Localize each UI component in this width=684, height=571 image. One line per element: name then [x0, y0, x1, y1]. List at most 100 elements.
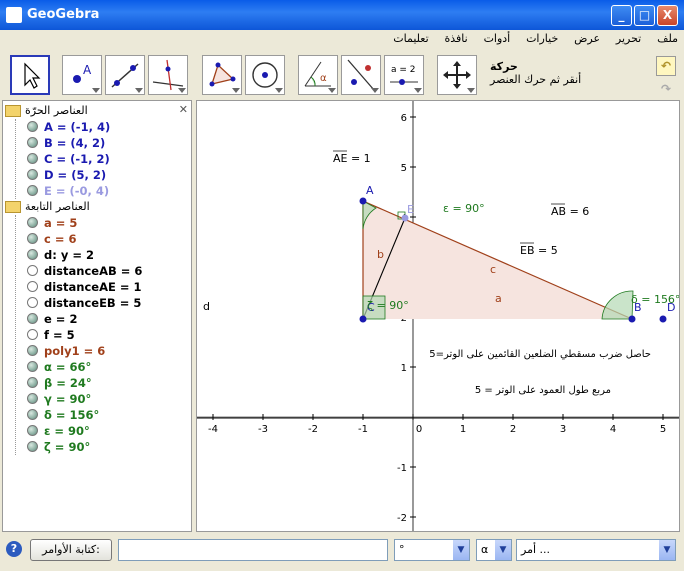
algebra-row[interactable]: ε = 90° — [27, 424, 90, 440]
text-eb[interactable]: EB = 5 — [520, 244, 558, 257]
algebra-row[interactable]: ζ = 90° — [27, 440, 90, 456]
algebra-view: ✕ العناصر الحرّة A = (-1, 4) B = (4, 2) C … — [2, 100, 192, 532]
visibility-toggle-icon[interactable] — [27, 361, 38, 372]
algebra-row-text: γ = 90° — [44, 392, 92, 406]
visibility-toggle-icon[interactable] — [27, 233, 38, 244]
menu-file[interactable]: ملف — [651, 30, 684, 45]
menu-options[interactable]: خيارات — [520, 30, 564, 45]
point-a[interactable] — [359, 197, 367, 205]
visibility-toggle-icon[interactable] — [27, 393, 38, 404]
x-tick-label: 1 — [460, 424, 466, 435]
menu-view[interactable]: عرض — [568, 30, 606, 45]
maximize-button[interactable]: □ — [634, 5, 655, 26]
redo-button[interactable]: ↷ — [656, 80, 676, 100]
algebra-row[interactable]: D = (5, 2) — [27, 168, 106, 184]
algebra-row[interactable]: c = 6 — [27, 232, 76, 248]
close-algebra-view-icon[interactable]: ✕ — [179, 103, 188, 116]
visibility-toggle-icon[interactable] — [27, 441, 38, 452]
move-tool-button[interactable] — [10, 55, 50, 95]
algebra-row-text: distanceEB = 5 — [44, 296, 142, 310]
chevron-down-icon[interactable]: ▼ — [495, 540, 511, 560]
angle-tool-button[interactable]: α — [298, 55, 338, 95]
title-bar: GeoGebra _ □ X — [0, 0, 684, 30]
degree-symbol-combo[interactable]: ° ▼ — [394, 539, 470, 561]
graphics-canvas[interactable]: -4-3-2-1012345-2-1123456 A B C D E b c a… — [197, 101, 680, 532]
algebra-row[interactable]: distanceEB = 5 — [27, 296, 141, 312]
point-tool-button[interactable]: A — [62, 55, 102, 95]
y-tick-label: 6 — [401, 113, 407, 124]
point-d[interactable] — [659, 315, 667, 323]
line-tool-button[interactable] — [105, 55, 145, 95]
circle-tool-button[interactable] — [245, 55, 285, 95]
visibility-toggle-icon[interactable] — [27, 249, 38, 260]
algebra-row[interactable]: C = (-1, 2) — [27, 152, 110, 168]
visibility-toggle-icon[interactable] — [27, 329, 38, 340]
algebra-row[interactable]: β = 24° — [27, 376, 92, 392]
algebra-row[interactable]: d: y = 2 — [27, 248, 94, 264]
algebra-row[interactable]: B = (4, 2) — [27, 136, 105, 152]
algebra-row-text: poly1 = 6 — [44, 344, 106, 358]
visibility-toggle-icon[interactable] — [27, 313, 38, 324]
input-label-button[interactable]: كتابة الأوامر: — [30, 539, 112, 561]
visibility-toggle-icon[interactable] — [27, 409, 38, 420]
visibility-toggle-icon[interactable] — [27, 169, 38, 180]
perpendicular-tool-button[interactable] — [148, 55, 188, 95]
tool-name: حركة — [490, 60, 518, 73]
visibility-toggle-icon[interactable] — [27, 297, 38, 308]
command-input-field[interactable] — [118, 539, 388, 561]
help-icon[interactable]: ? — [6, 541, 22, 557]
algebra-row-text: ζ = 90° — [44, 440, 91, 454]
angle-delta-arc[interactable] — [601, 290, 634, 320]
text-ab[interactable]: AB = 6 — [551, 205, 589, 218]
algebra-row[interactable]: γ = 90° — [27, 392, 91, 408]
menu-window[interactable]: نافذة — [439, 30, 474, 45]
visibility-toggle-icon[interactable] — [27, 121, 38, 132]
slider-tool-label: a = 2 — [391, 65, 416, 75]
algebra-row[interactable]: α = 66° — [27, 360, 91, 376]
algebra-row[interactable]: δ = 156° — [27, 408, 99, 424]
algebra-row[interactable]: distanceAB = 6 — [27, 264, 142, 280]
free-objects-folder[interactable]: العناصر الحرّة — [5, 104, 88, 120]
algebra-row[interactable]: a = 5 — [27, 216, 77, 232]
undo-button[interactable]: ↶ — [656, 56, 676, 76]
text-ae[interactable]: AE = 1 — [333, 152, 371, 165]
command-list-combo[interactable]: أمر ... ▼ — [516, 539, 676, 561]
greek-letter-combo[interactable]: α ▼ — [476, 539, 512, 561]
reflect-tool-button[interactable] — [341, 55, 381, 95]
visibility-toggle-icon[interactable] — [27, 281, 38, 292]
algebra-row[interactable]: E = (-0, 4) — [27, 184, 109, 200]
menu-edit[interactable]: تحرير — [610, 30, 647, 45]
visibility-toggle-icon[interactable] — [27, 153, 38, 164]
algebra-row[interactable]: poly1 = 6 — [27, 344, 105, 360]
visibility-toggle-icon[interactable] — [27, 217, 38, 228]
algebra-row[interactable]: distanceAE = 1 — [27, 280, 141, 296]
redo-icon: ↷ — [660, 82, 672, 96]
slider-tool-button[interactable]: a = 2 — [384, 55, 424, 95]
visibility-toggle-icon[interactable] — [27, 377, 38, 388]
visibility-toggle-icon[interactable] — [27, 425, 38, 436]
point-c[interactable] — [359, 315, 367, 323]
menu-help[interactable]: تعليمات — [387, 30, 434, 45]
point-b[interactable] — [628, 315, 636, 323]
menu-tools[interactable]: أدوات — [478, 30, 517, 45]
close-button[interactable]: X — [657, 5, 678, 26]
visibility-toggle-icon[interactable] — [27, 185, 38, 196]
polygon-tool-button[interactable] — [202, 55, 242, 95]
dependent-objects-folder[interactable]: العناصر التابعة — [5, 200, 90, 216]
command-combo-value: أمر ... — [521, 543, 551, 556]
move-arrow-icon — [24, 62, 41, 89]
graphics-view[interactable]: -4-3-2-1012345-2-1123456 A B C D E b c a… — [196, 100, 680, 532]
chevron-down-icon[interactable]: ▼ — [659, 540, 675, 560]
move-view-tool-button[interactable] — [437, 55, 477, 95]
chevron-down-icon[interactable]: ▼ — [453, 540, 469, 560]
algebra-row[interactable]: f = 5 — [27, 328, 75, 344]
svg-text:A: A — [83, 63, 92, 77]
algebra-row[interactable]: e = 2 — [27, 312, 77, 328]
algebra-row[interactable]: A = (-1, 4) — [27, 120, 110, 136]
visibility-toggle-icon[interactable] — [27, 265, 38, 276]
text-square-altitude[interactable]: مربع طول العمود على الوتر = 5 — [475, 385, 611, 396]
text-product-projections[interactable]: حاصل ضرب مسقطي الضلعين القائمين على الوت… — [429, 349, 651, 360]
visibility-toggle-icon[interactable] — [27, 345, 38, 356]
visibility-toggle-icon[interactable] — [27, 137, 38, 148]
minimize-button[interactable]: _ — [611, 5, 632, 26]
